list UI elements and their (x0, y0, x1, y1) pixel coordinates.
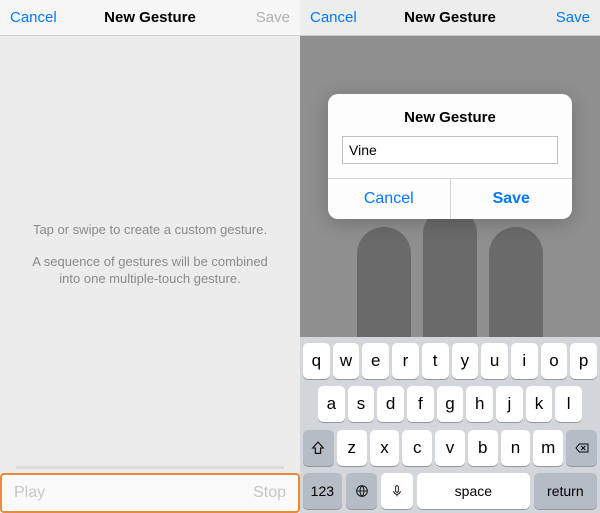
stop-button: Stop (253, 484, 286, 502)
keyboard: q w e r t y u i o p a s d f g h j k l z (300, 337, 600, 513)
key-g[interactable]: g (437, 386, 464, 422)
key-c[interactable]: c (402, 430, 432, 466)
key-s[interactable]: s (348, 386, 375, 422)
dialog-save-button[interactable]: Save (450, 179, 573, 219)
key-p[interactable]: p (570, 343, 597, 379)
key-l[interactable]: l (555, 386, 582, 422)
name-gesture-dialog: New Gesture Cancel Save (328, 94, 572, 219)
key-shift[interactable] (303, 430, 334, 466)
screen-name-gesture: Cancel New Gesture Save New Gesture Canc… (300, 0, 600, 513)
gesture-canvas[interactable]: Tap or swipe to create a custom gesture.… (0, 36, 300, 473)
key-w[interactable]: w (333, 343, 360, 379)
key-z[interactable]: z (337, 430, 367, 466)
shift-icon (310, 440, 326, 456)
navbar: Cancel New Gesture Save (0, 0, 300, 36)
keyboard-row: q w e r t y u i o p (303, 343, 597, 379)
cancel-button[interactable]: Cancel (10, 9, 70, 26)
key-v[interactable]: v (435, 430, 465, 466)
save-button[interactable]: Save (530, 9, 590, 26)
scrubber-bar (16, 466, 284, 469)
key-globe[interactable] (346, 473, 378, 509)
key-h[interactable]: h (466, 386, 493, 422)
key-i[interactable]: i (511, 343, 538, 379)
key-k[interactable]: k (526, 386, 553, 422)
key-r[interactable]: r (392, 343, 419, 379)
keyboard-row: 123 space return (303, 473, 597, 509)
key-m[interactable]: m (533, 430, 563, 466)
key-numbers[interactable]: 123 (303, 473, 342, 509)
dialog-title: New Gesture (328, 94, 572, 136)
page-title: New Gesture (70, 9, 230, 26)
key-space[interactable]: space (417, 473, 530, 509)
keyboard-row: z x c v b n m (303, 430, 597, 466)
key-backspace[interactable] (566, 430, 597, 466)
key-dictation[interactable] (381, 473, 413, 509)
key-a[interactable]: a (318, 386, 345, 422)
mic-icon (389, 483, 405, 499)
navbar: Cancel New Gesture Save (300, 0, 600, 36)
key-e[interactable]: e (362, 343, 389, 379)
key-b[interactable]: b (468, 430, 498, 466)
key-f[interactable]: f (407, 386, 434, 422)
key-n[interactable]: n (501, 430, 531, 466)
key-x[interactable]: x (370, 430, 400, 466)
backspace-icon (574, 440, 590, 456)
instruction-line2: A sequence of gestures will be combined … (24, 253, 276, 288)
globe-icon (354, 483, 370, 499)
key-y[interactable]: y (452, 343, 479, 379)
page-title: New Gesture (370, 9, 530, 26)
save-button: Save (230, 9, 290, 26)
key-t[interactable]: t (422, 343, 449, 379)
gesture-name-input[interactable] (342, 136, 558, 164)
key-d[interactable]: d (377, 386, 404, 422)
screen-create-gesture: Cancel New Gesture Save Tap or swipe to … (0, 0, 300, 513)
key-o[interactable]: o (541, 343, 568, 379)
keyboard-row: a s d f g h j k l (303, 386, 597, 422)
play-button: Play (14, 484, 45, 502)
cancel-button[interactable]: Cancel (310, 9, 370, 26)
key-q[interactable]: q (303, 343, 330, 379)
key-u[interactable]: u (481, 343, 508, 379)
dialog-buttons: Cancel Save (328, 178, 572, 219)
toolbar: Play Stop (0, 473, 300, 513)
dialog-cancel-button[interactable]: Cancel (328, 179, 450, 219)
key-j[interactable]: j (496, 386, 523, 422)
instruction-text: Tap or swipe to create a custom gesture.… (24, 221, 276, 288)
instruction-line1: Tap or swipe to create a custom gesture. (33, 222, 267, 237)
key-return[interactable]: return (534, 473, 597, 509)
